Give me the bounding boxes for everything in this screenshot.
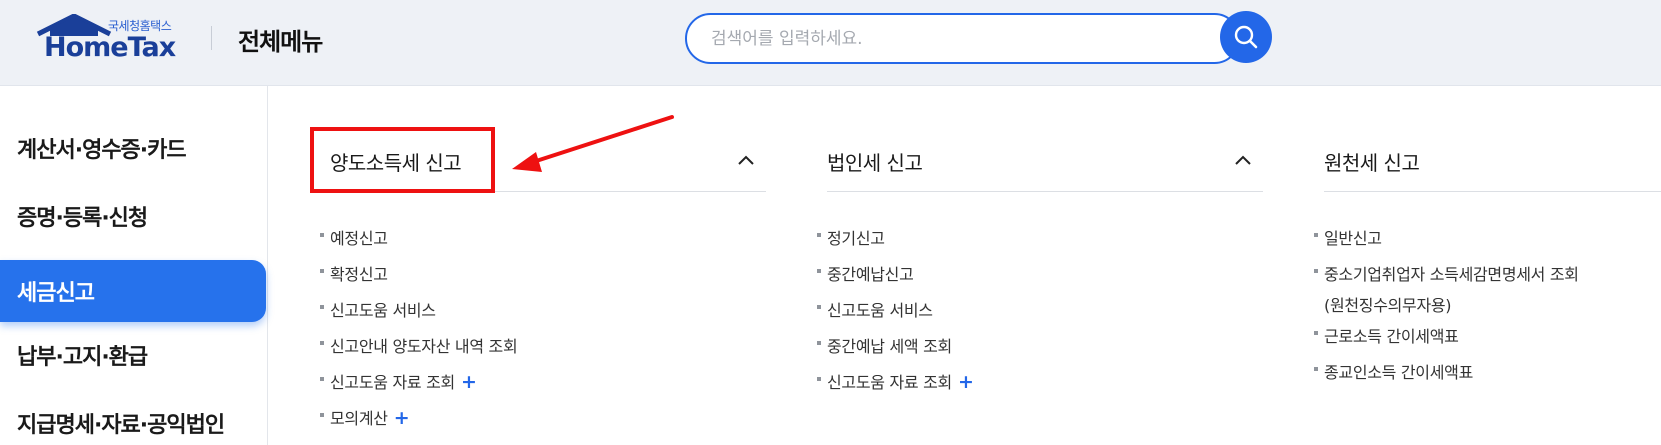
- menu-item[interactable]: 신고도움 자료 조회 +: [817, 369, 974, 393]
- expand-plus-icon[interactable]: +: [461, 371, 477, 393]
- sidebar-item-payment-statement[interactable]: 지급명세·자료·공익법인: [0, 392, 266, 445]
- column-title: 법인세 신고: [827, 151, 923, 175]
- column-header[interactable]: 법인세 신고: [827, 130, 1263, 192]
- bullet: [1314, 367, 1318, 371]
- search-box: [685, 13, 1240, 64]
- bullet: [817, 377, 821, 381]
- menu-item[interactable]: 예정신고: [320, 225, 388, 249]
- menu-item[interactable]: 중소기업취업자 소득세감면명세서 조회 (원천징수의무자용): [1314, 261, 1579, 316]
- column-header[interactable]: 원천세 신고: [1324, 130, 1661, 192]
- sidebar-item-tax-filing[interactable]: 세금신고: [0, 260, 266, 322]
- search-button[interactable]: [1220, 11, 1272, 63]
- chevron-up-icon[interactable]: [736, 152, 756, 168]
- menu-item[interactable]: 확정신고: [320, 261, 388, 285]
- sidebar-menu: 계산서·영수증·카드 증명·등록·신청 세금신고 납부·고지·환급 지급명세·자…: [0, 86, 268, 445]
- sidebar-item-certificate-registration[interactable]: 증명·등록·신청: [0, 185, 266, 247]
- bullet: [1314, 269, 1318, 273]
- expand-plus-icon[interactable]: +: [394, 407, 410, 429]
- logo-wordmark: HomeTax: [44, 32, 176, 63]
- sidebar-item-payment-notice-refund[interactable]: 납부·고지·환급: [0, 324, 266, 386]
- bullet: [817, 305, 821, 309]
- column-title: 양도소득세 신고: [330, 151, 462, 175]
- expand-plus-icon[interactable]: +: [958, 371, 974, 393]
- menu-item[interactable]: 신고도움 서비스: [817, 297, 933, 321]
- menu-item[interactable]: 중간예납 세액 조회: [817, 333, 952, 357]
- menu-item[interactable]: 모의계산 +: [320, 405, 410, 429]
- menu-item[interactable]: 신고도움 자료 조회 +: [320, 369, 477, 393]
- bullet: [817, 341, 821, 345]
- search-icon: [1234, 25, 1258, 49]
- bullet: [320, 233, 324, 237]
- header-divider: [211, 26, 212, 50]
- bullet: [320, 413, 324, 417]
- menu-item[interactable]: 일반신고: [1314, 225, 1382, 249]
- column-header[interactable]: 양도소득세 신고: [330, 130, 766, 192]
- sidebar-item-invoice-receipt-card[interactable]: 계산서·영수증·카드: [0, 117, 266, 179]
- bullet: [817, 269, 821, 273]
- hometax-logo[interactable]: 국세청홈택스 HomeTax: [36, 14, 186, 66]
- column-title: 원천세 신고: [1324, 151, 1420, 175]
- menu-item[interactable]: 신고안내 양도자산 내역 조회: [320, 333, 518, 357]
- menu-item[interactable]: 중간예납신고: [817, 261, 914, 285]
- bullet: [320, 305, 324, 309]
- header: 국세청홈택스 HomeTax 전체메뉴: [0, 0, 1661, 86]
- chevron-up-icon[interactable]: [1233, 152, 1253, 168]
- bullet: [1314, 331, 1318, 335]
- page-title: 전체메뉴: [238, 28, 323, 56]
- bullet: [320, 377, 324, 381]
- bullet: [817, 233, 821, 237]
- menu-item[interactable]: 근로소득 간이세액표: [1314, 323, 1459, 347]
- menu-item[interactable]: 신고도움 서비스: [320, 297, 436, 321]
- bullet: [320, 341, 324, 345]
- menu-item[interactable]: 정기신고: [817, 225, 885, 249]
- bullet: [320, 269, 324, 273]
- search-input[interactable]: [711, 27, 1191, 51]
- menu-item[interactable]: 종교인소득 간이세액표: [1314, 359, 1473, 383]
- bullet: [1314, 233, 1318, 237]
